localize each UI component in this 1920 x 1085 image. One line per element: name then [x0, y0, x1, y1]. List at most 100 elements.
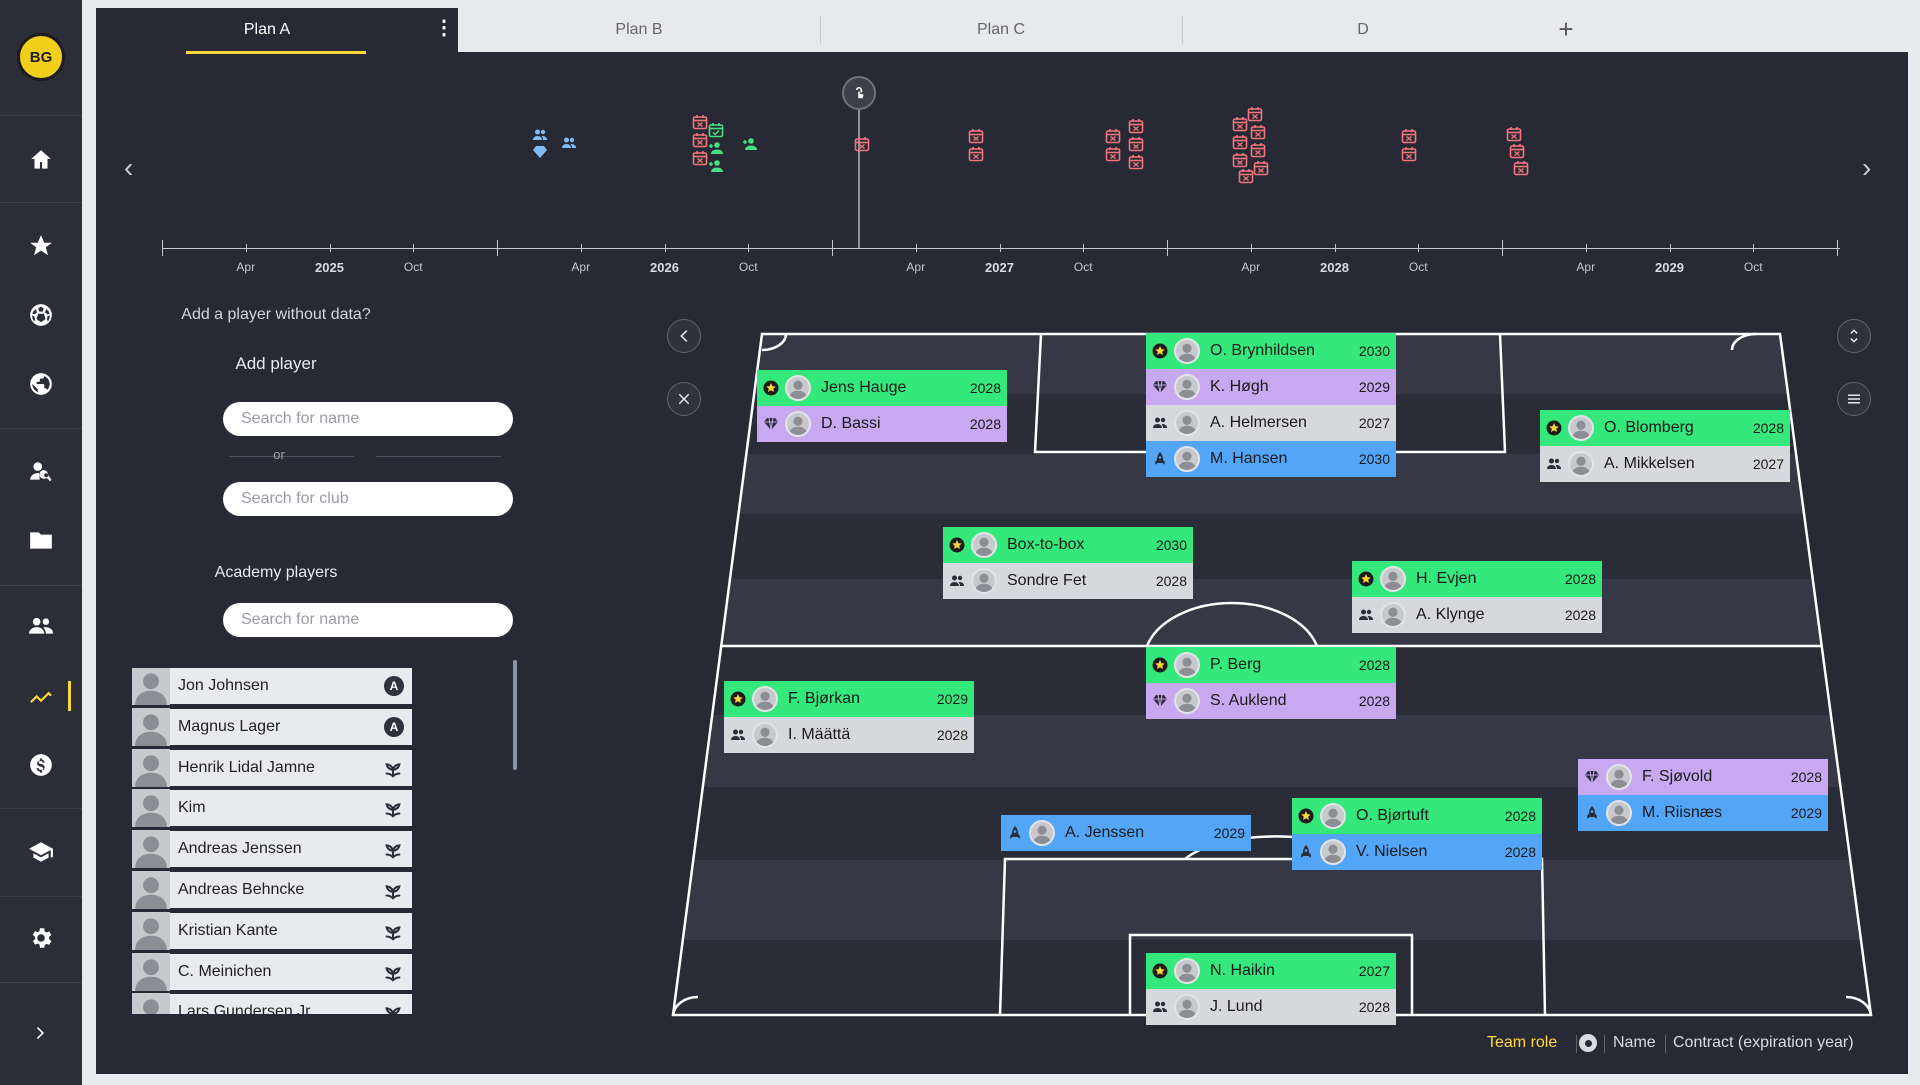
- player-row[interactable]: A. Mikkelsen 2027: [1540, 446, 1790, 482]
- add-person-icon[interactable]: [708, 158, 724, 174]
- calendar-x-icon[interactable]: [692, 114, 708, 130]
- drag-hand-icon[interactable]: [842, 76, 876, 110]
- position-card-rcm[interactable]: H. Evjen 2028 A. Klynge 2028: [1352, 561, 1602, 633]
- calendar-x-icon[interactable]: [1128, 118, 1144, 134]
- chevron-right-icon[interactable]: [0, 1013, 82, 1053]
- position-card-st[interactable]: O. Brynhildsen 2030 K. Høgh 2029 A. Helmerse…: [1146, 333, 1396, 477]
- gear-icon[interactable]: [0, 918, 82, 958]
- tab-plan-c[interactable]: Plan C: [820, 8, 1182, 52]
- player-row[interactable]: N. Haikin 2027: [1146, 953, 1396, 989]
- position-card-lcm[interactable]: Box-to-box 2030 Sondre Fet 2028: [943, 527, 1193, 599]
- calendar-x-icon[interactable]: [1105, 146, 1121, 162]
- position-card-rw[interactable]: O. Blomberg 2028 A. Mikkelsen 2027: [1540, 410, 1790, 482]
- calendar-x-icon[interactable]: [1401, 128, 1417, 144]
- chevron-left-icon[interactable]: ‹: [124, 152, 133, 184]
- player-row[interactable]: F. Sjøvold 2028: [1578, 759, 1828, 795]
- player-row[interactable]: A. Helmersen 2027: [1146, 405, 1396, 441]
- academy-search-input[interactable]: [223, 603, 513, 637]
- people-icon[interactable]: [561, 135, 577, 151]
- player-row[interactable]: S. Auklend 2028: [1146, 683, 1396, 719]
- player-row[interactable]: A. Jenssen 2029: [1001, 815, 1251, 851]
- player-row[interactable]: O. Bjørtuft 2028: [1292, 798, 1542, 834]
- football-icon[interactable]: [0, 295, 82, 335]
- academy-player-row[interactable]: Henrik Lidal Jamne: [132, 748, 412, 788]
- academy-player-row[interactable]: Andreas Jenssen: [132, 830, 412, 870]
- calendar-x-icon[interactable]: [1250, 142, 1266, 158]
- team-icon[interactable]: [0, 606, 82, 646]
- calendar-x-icon[interactable]: [1128, 136, 1144, 152]
- position-card-rb[interactable]: F. Sjøvold 2028 M. Riisnæs 2029: [1578, 759, 1828, 831]
- player-row[interactable]: K. Høgh 2029: [1146, 369, 1396, 405]
- calendar-x-icon[interactable]: [1513, 160, 1529, 176]
- academy-player-row[interactable]: Magnus Lager A: [132, 707, 412, 747]
- player-row[interactable]: J. Lund 2028: [1146, 989, 1396, 1025]
- kebab-menu-icon[interactable]: ⋮: [434, 18, 454, 38]
- academy-player-row[interactable]: Jon Johnsen A: [132, 668, 412, 706]
- calendar-x-icon[interactable]: [1250, 124, 1266, 140]
- calendar-x-icon[interactable]: [1105, 128, 1121, 144]
- calendar-x-icon[interactable]: [1509, 143, 1525, 159]
- calendar-x-icon[interactable]: [692, 150, 708, 166]
- calendar-x-icon[interactable]: [968, 146, 984, 162]
- calendar-x-icon[interactable]: [1247, 106, 1263, 122]
- club-logo[interactable]: BG: [17, 33, 65, 81]
- player-row[interactable]: P. Berg 2028: [1146, 647, 1396, 683]
- player-row[interactable]: Box-to-box 2030: [943, 527, 1193, 563]
- calendar-x-icon[interactable]: [1232, 152, 1248, 168]
- position-card-lb[interactable]: F. Bjørkan 2029 I. Määttä 2028: [724, 681, 974, 753]
- home-icon[interactable]: [0, 140, 82, 180]
- tab-plan-a[interactable]: Plan A: [96, 8, 458, 54]
- search-name-input[interactable]: [223, 402, 513, 436]
- add-tab-icon[interactable]: +: [1551, 14, 1581, 44]
- folder-icon[interactable]: [0, 520, 82, 560]
- chevron-right-icon[interactable]: ›: [1862, 152, 1871, 184]
- calendar-x-icon[interactable]: [968, 128, 984, 144]
- calendar-x-icon[interactable]: [1401, 146, 1417, 162]
- calendar-x-icon[interactable]: [854, 136, 870, 152]
- graduation-cap-icon[interactable]: [0, 832, 82, 872]
- diamond-icon[interactable]: [532, 144, 548, 160]
- academy-player-row[interactable]: Lars Gundersen Jr: [132, 993, 412, 1014]
- position-card-gk[interactable]: N. Haikin 2027 J. Lund 2028: [1146, 953, 1396, 1025]
- player-row[interactable]: H. Evjen 2028: [1352, 561, 1602, 597]
- calendar-x-icon[interactable]: [1506, 126, 1522, 142]
- position-card-lcb[interactable]: A. Jenssen 2029: [1001, 815, 1251, 851]
- sprout-icon: [382, 879, 404, 901]
- search-club-input[interactable]: [223, 482, 513, 516]
- player-row[interactable]: D. Bassi 2028: [757, 406, 1007, 442]
- calendar-x-icon[interactable]: [1238, 168, 1254, 184]
- position-card-lw[interactable]: Jens Hauge 2028 D. Bassi 2028: [757, 370, 1007, 442]
- people-icon[interactable]: [532, 127, 548, 143]
- position-card-dm[interactable]: P. Berg 2028 S. Auklend 2028: [1146, 647, 1396, 719]
- player-row[interactable]: I. Määttä 2028: [724, 717, 974, 753]
- tab-d[interactable]: D: [1182, 8, 1544, 52]
- calendar-x-icon[interactable]: [1128, 154, 1144, 170]
- player-row[interactable]: O. Blomberg 2028: [1540, 410, 1790, 446]
- player-row[interactable]: O. Brynhildsen 2030: [1146, 333, 1396, 369]
- player-row[interactable]: M. Hansen 2030: [1146, 441, 1396, 477]
- add-person-icon[interactable]: [708, 140, 724, 156]
- scrollbar[interactable]: [513, 660, 517, 770]
- calendar-x-icon[interactable]: [692, 132, 708, 148]
- star-icon[interactable]: [0, 226, 82, 266]
- player-row[interactable]: F. Bjørkan 2029: [724, 681, 974, 717]
- calendar-x-icon[interactable]: [1232, 134, 1248, 150]
- calendar-x-icon[interactable]: [1253, 160, 1269, 176]
- player-row[interactable]: Sondre Fet 2028: [943, 563, 1193, 599]
- calendar-x-icon[interactable]: [1232, 116, 1248, 132]
- dollar-icon[interactable]: [0, 745, 82, 785]
- scout-search-icon[interactable]: [0, 452, 82, 492]
- academy-player-row[interactable]: Kristian Kante: [132, 911, 412, 951]
- academy-player-row[interactable]: C. Meinichen: [132, 952, 412, 992]
- player-row[interactable]: A. Klynge 2028: [1352, 597, 1602, 633]
- player-row[interactable]: V. Nielsen 2028: [1292, 834, 1542, 870]
- globe-icon[interactable]: [0, 364, 82, 404]
- player-row[interactable]: Jens Hauge 2028: [757, 370, 1007, 406]
- academy-player-row[interactable]: Kim: [132, 789, 412, 829]
- position-card-rcb[interactable]: O. Bjørtuft 2028 V. Nielsen 2028: [1292, 798, 1542, 870]
- tab-plan-b[interactable]: Plan B: [458, 8, 820, 52]
- academy-player-row[interactable]: Andreas Behncke: [132, 871, 412, 910]
- player-row[interactable]: M. Riisnæs 2029: [1578, 795, 1828, 831]
- calendar-check-icon[interactable]: [708, 122, 724, 138]
- add-person-icon[interactable]: [742, 136, 758, 152]
